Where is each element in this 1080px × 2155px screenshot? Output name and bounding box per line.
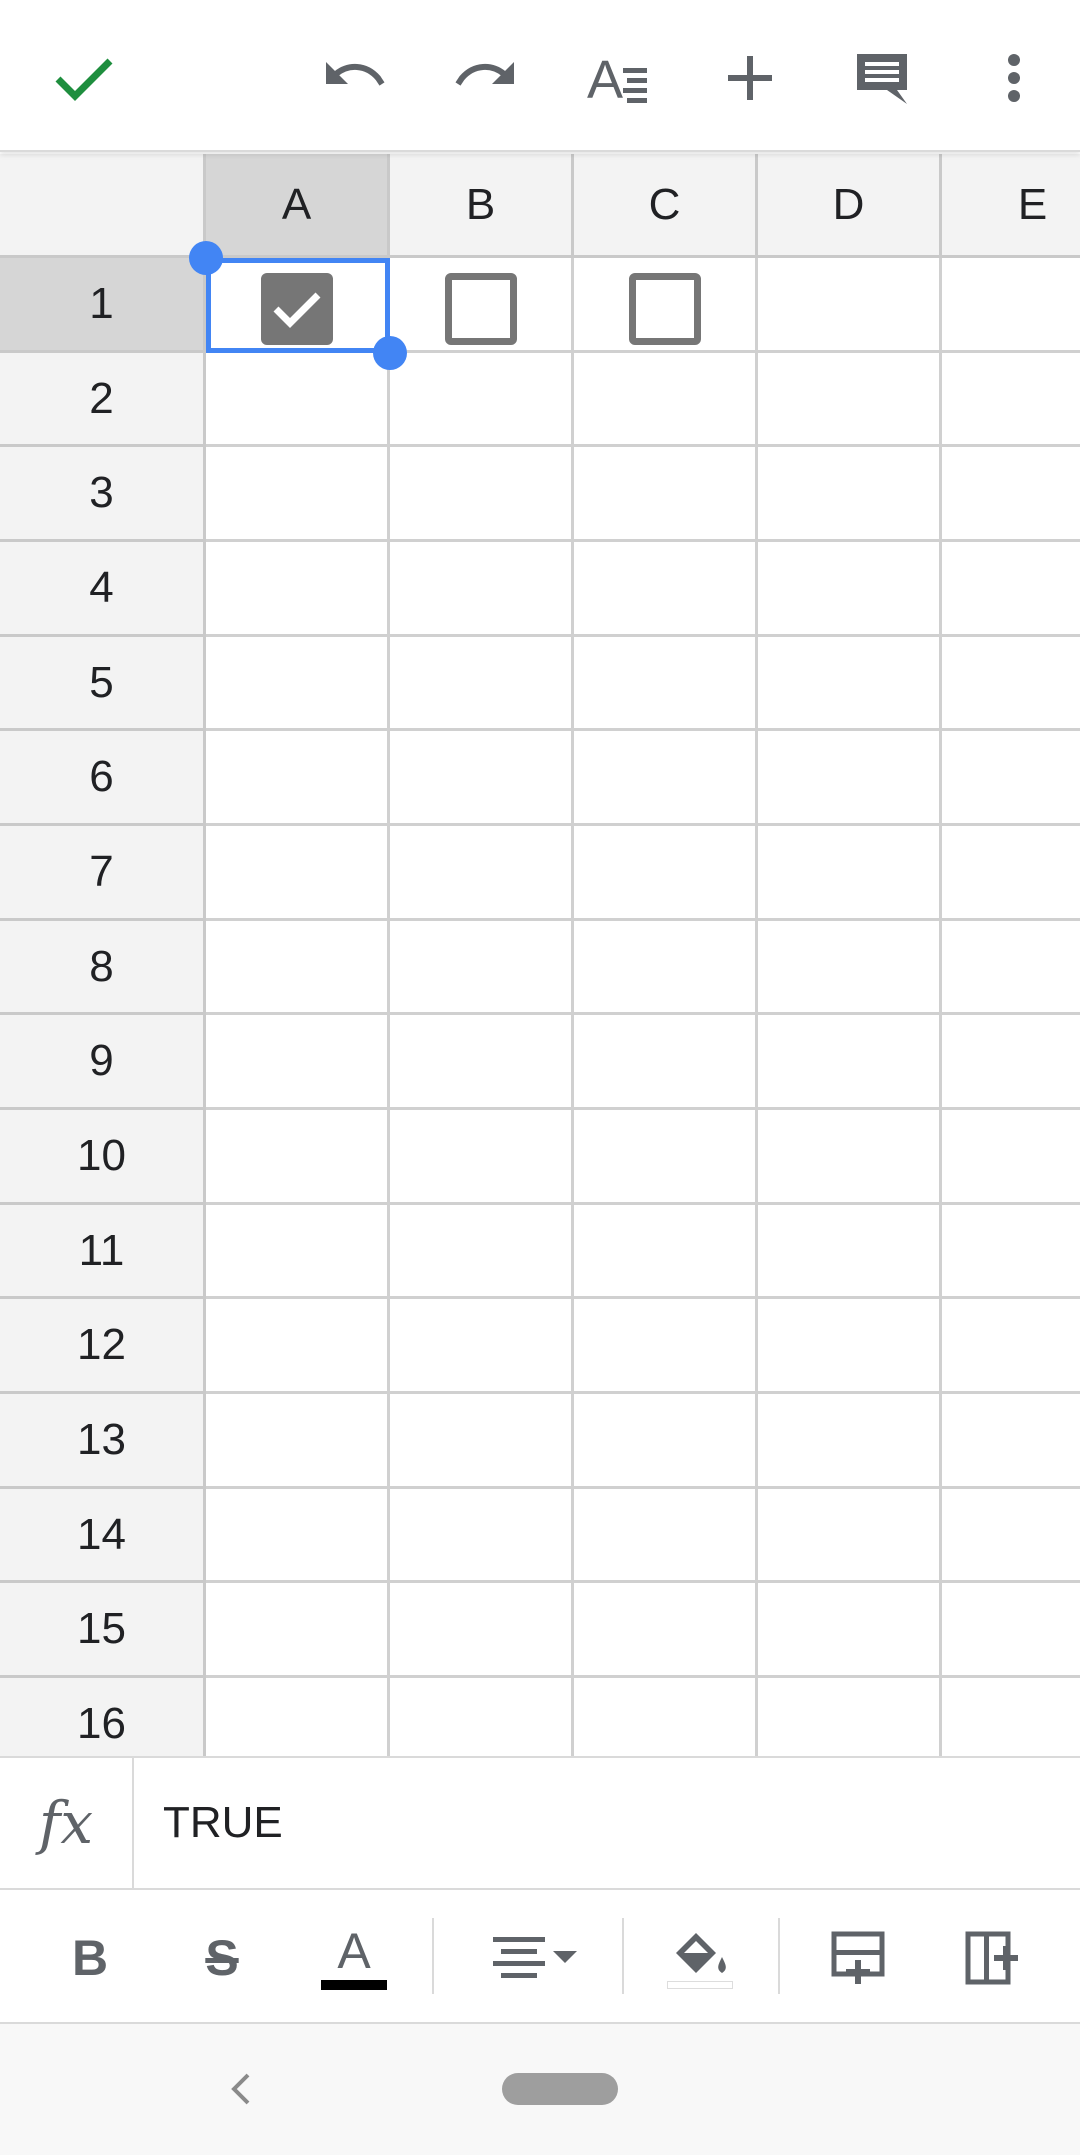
row-header-6[interactable]: 6 bbox=[0, 731, 206, 826]
more-vert-icon bbox=[1008, 54, 1020, 102]
text-format-icon: A bbox=[587, 50, 647, 106]
grid-line bbox=[206, 1202, 1080, 1205]
row-header-16[interactable]: 16 bbox=[0, 1678, 206, 1756]
grid-line bbox=[387, 258, 390, 1756]
text-color-icon: A bbox=[337, 1923, 371, 1979]
column-header-e[interactable]: E bbox=[942, 154, 1080, 258]
formula-bar: fx TRUE bbox=[0, 1756, 1080, 1890]
grid-line bbox=[206, 823, 1080, 826]
done-button[interactable] bbox=[36, 36, 132, 120]
column-header-b[interactable]: B bbox=[390, 154, 574, 258]
format-toolbar: B S A bbox=[0, 1890, 1080, 2024]
row-header-2[interactable]: 2 bbox=[0, 353, 206, 447]
redo-button[interactable] bbox=[438, 36, 534, 120]
cell-b1-checkbox[interactable] bbox=[445, 273, 517, 345]
grid-line bbox=[206, 1391, 1080, 1394]
align-button[interactable] bbox=[480, 1910, 592, 2006]
text-format-button[interactable]: A bbox=[570, 36, 666, 120]
column-header-d[interactable]: D bbox=[758, 154, 942, 258]
grid-line bbox=[206, 1580, 1080, 1583]
selection-handle-bottom-right[interactable] bbox=[373, 336, 407, 370]
row-header-7[interactable]: 7 bbox=[0, 826, 206, 921]
comment-button[interactable] bbox=[834, 36, 930, 120]
system-navigation-bar bbox=[0, 2024, 1080, 2155]
grid-line bbox=[206, 1107, 1080, 1110]
grid-line bbox=[206, 1012, 1080, 1015]
select-all-corner[interactable] bbox=[0, 154, 206, 258]
formula-input[interactable]: TRUE bbox=[163, 1758, 283, 1888]
insert-button[interactable] bbox=[702, 36, 798, 120]
toolbar-divider bbox=[622, 1918, 624, 1994]
row-header-14[interactable]: 14 bbox=[0, 1489, 206, 1583]
grid-line bbox=[206, 1486, 1080, 1489]
row-header-12[interactable]: 12 bbox=[0, 1299, 206, 1394]
row-header-10[interactable]: 10 bbox=[0, 1110, 206, 1205]
row-header-8[interactable]: 8 bbox=[0, 921, 206, 1015]
bold-icon: B bbox=[71, 1930, 109, 1986]
row-header-5[interactable]: 5 bbox=[0, 637, 206, 731]
grid-line bbox=[939, 258, 942, 1756]
row-header-13[interactable]: 13 bbox=[0, 1394, 206, 1489]
grid-line bbox=[206, 1675, 1080, 1678]
back-button[interactable] bbox=[210, 2054, 270, 2124]
fx-label: fx bbox=[0, 1758, 134, 1888]
undo-icon bbox=[326, 62, 385, 86]
row-header-4[interactable]: 4 bbox=[0, 542, 206, 637]
strikethrough-button[interactable]: S bbox=[174, 1910, 270, 2006]
fill-color-icon bbox=[676, 1933, 726, 1973]
column-header-c[interactable]: C bbox=[574, 154, 758, 258]
insert-column-button[interactable] bbox=[944, 1910, 1040, 2006]
plus-icon bbox=[728, 56, 772, 100]
top-toolbar: A bbox=[0, 0, 1080, 152]
bold-button[interactable]: B bbox=[42, 1910, 138, 2006]
grid-line bbox=[206, 918, 1080, 921]
row-header-11[interactable]: 11 bbox=[0, 1205, 206, 1299]
grid-line bbox=[206, 1296, 1080, 1299]
grid-line bbox=[571, 258, 574, 1756]
fill-color-swatch bbox=[667, 1981, 733, 1989]
undo-button[interactable] bbox=[306, 36, 402, 120]
home-pill-icon[interactable] bbox=[502, 2073, 618, 2105]
row-header-9[interactable]: 9 bbox=[0, 1015, 206, 1110]
spreadsheet-grid[interactable]: A B C D E 1 2 3 4 5 6 7 8 9 10 11 12 13 … bbox=[0, 154, 1080, 1756]
fill-color-button[interactable] bbox=[652, 1910, 748, 2006]
svg-text:A: A bbox=[587, 50, 623, 106]
insert-column-icon bbox=[965, 1931, 1018, 1985]
row-header-3[interactable]: 3 bbox=[0, 447, 206, 542]
toolbar-divider bbox=[778, 1918, 780, 1994]
row-header-1[interactable]: 1 bbox=[0, 258, 206, 353]
chevron-left-icon bbox=[231, 2073, 250, 2105]
grid-line bbox=[206, 728, 1080, 731]
strikethrough-icon: S bbox=[205, 1930, 239, 1986]
cell-selection-a1 bbox=[206, 258, 390, 353]
toolbar-divider bbox=[432, 1918, 434, 1994]
grid-line bbox=[206, 539, 1080, 542]
redo-icon bbox=[455, 62, 514, 86]
row-header-15[interactable]: 15 bbox=[0, 1583, 206, 1678]
cell-c1-checkbox[interactable] bbox=[629, 273, 701, 345]
column-header-a[interactable]: A bbox=[206, 154, 390, 258]
grid-line bbox=[206, 444, 1080, 447]
selection-handle-top-left[interactable] bbox=[189, 241, 223, 275]
more-options-button[interactable] bbox=[966, 36, 1062, 120]
text-color-button[interactable]: A bbox=[306, 1910, 402, 2006]
grid-line bbox=[755, 258, 758, 1756]
align-icon bbox=[493, 1937, 577, 1978]
insert-row-icon bbox=[831, 1931, 885, 1984]
insert-row-button[interactable] bbox=[810, 1910, 906, 2006]
grid-line bbox=[206, 634, 1080, 637]
comment-icon bbox=[857, 54, 907, 104]
check-icon bbox=[55, 58, 113, 101]
text-color-swatch bbox=[321, 1980, 387, 1990]
